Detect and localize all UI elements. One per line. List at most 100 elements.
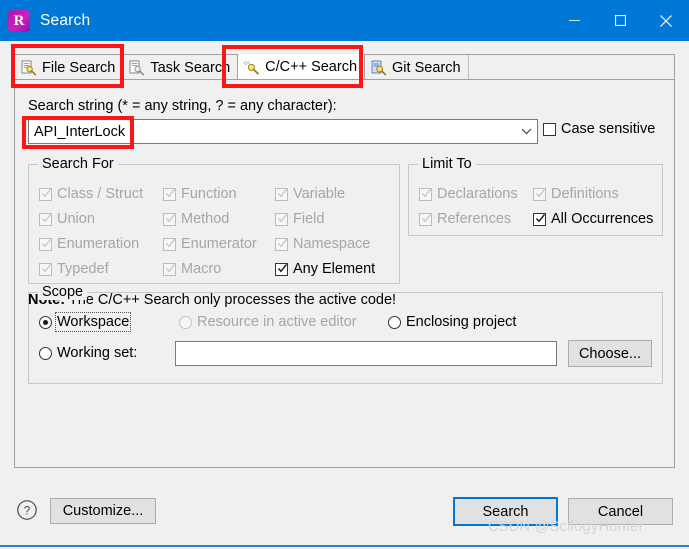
task-search-icon xyxy=(129,60,145,75)
tab-file-search[interactable]: File Search xyxy=(15,55,124,80)
checkbox-method[interactable]: Method xyxy=(163,211,229,227)
checkbox-all-occurrences[interactable]: All Occurrences xyxy=(533,211,653,227)
checkbox-label: Namespace xyxy=(293,236,371,252)
search-string-label: Search string (* = any string, ? = any c… xyxy=(28,98,337,114)
checkbox-declarations[interactable]: Declarations xyxy=(419,186,518,202)
checkbox-label: Any Element xyxy=(293,261,376,277)
radio-label: Working set: xyxy=(57,345,138,361)
radio-enclosing-project[interactable]: Enclosing project xyxy=(388,314,516,330)
checkbox-label: Field xyxy=(293,211,325,227)
checkbox-box xyxy=(419,187,432,201)
cpp-search-panel: Search string (* = any string, ? = any c… xyxy=(14,79,675,468)
tab-label: Git Search xyxy=(392,59,461,76)
checkbox-box xyxy=(39,262,52,276)
close-icon[interactable] xyxy=(643,0,689,41)
tab-git-search[interactable]: Git Search xyxy=(365,55,469,80)
checkbox-variable[interactable]: Variable xyxy=(275,186,345,202)
customize-button[interactable]: Customize... xyxy=(50,498,156,524)
file-search-icon xyxy=(21,60,37,75)
checkbox-function[interactable]: Function xyxy=(163,186,237,202)
checkbox-box xyxy=(163,187,176,201)
checkbox-references[interactable]: References xyxy=(419,211,511,227)
r-logo-icon: R xyxy=(8,9,30,32)
checkbox-box xyxy=(163,212,176,226)
bottom-rule xyxy=(0,545,689,547)
limit-to-group: Limit To Declarations References Definit… xyxy=(408,156,663,236)
search-string-combo[interactable]: API_InterLock xyxy=(28,119,538,144)
checkbox-label: Typedef xyxy=(57,261,109,277)
checkbox-enumerator[interactable]: Enumerator xyxy=(163,236,257,252)
checkbox-box xyxy=(533,212,546,226)
checkbox-box xyxy=(543,122,556,136)
git-search-icon xyxy=(371,60,387,75)
checkbox-box xyxy=(163,237,176,251)
radio-circle xyxy=(179,315,192,329)
checkbox-any-element[interactable]: Any Element xyxy=(275,261,375,277)
radio-dot xyxy=(43,319,48,325)
checkbox-field[interactable]: Field xyxy=(275,211,324,227)
case-sensitive-checkbox[interactable]: ​Case sensitive xyxy=(543,121,655,137)
checkbox-box xyxy=(275,262,288,276)
checkbox-label: Union xyxy=(57,211,95,227)
checkbox-enumeration[interactable]: Enumeration xyxy=(39,236,139,252)
title-bar: R Search xyxy=(0,0,689,41)
checkbox-typedef[interactable]: Typedef xyxy=(39,261,109,277)
search-dialog-window: R Search File Search Task Search c c C/C… xyxy=(0,0,689,549)
radio-circle xyxy=(388,315,401,329)
checkbox-box xyxy=(39,187,52,201)
radio-label: Enclosing project xyxy=(406,314,517,330)
maximize-icon[interactable] xyxy=(597,0,643,41)
tab-label: File Search xyxy=(42,59,116,76)
checkbox-label: Method xyxy=(181,211,230,227)
checkbox-box xyxy=(163,262,176,276)
checkbox-label: References xyxy=(437,211,512,227)
checkbox-class-struct[interactable]: Class / Struct xyxy=(39,186,143,202)
minimize-icon[interactable] xyxy=(551,0,597,41)
checkbox-box xyxy=(39,212,52,226)
checkbox-label: Declarations xyxy=(437,186,518,202)
cpp-search-icon: c c xyxy=(244,60,260,75)
checkbox-union[interactable]: Union xyxy=(39,211,95,227)
checkbox-label: All Occurrences xyxy=(551,211,654,227)
tab-strip: File Search Task Search c c C/C++ Search xyxy=(14,54,675,80)
checkbox-box xyxy=(533,187,546,201)
checkbox-box xyxy=(39,237,52,251)
tab-label: C/C++ Search xyxy=(265,59,358,75)
svg-text:?: ? xyxy=(24,504,31,518)
checkbox-box xyxy=(275,237,288,251)
choose-button[interactable]: ​Choose... xyxy=(568,340,652,367)
radio-workspace[interactable]: Workspace xyxy=(39,312,132,332)
checkbox-label: Variable xyxy=(293,186,346,202)
scope-title: Scope xyxy=(38,284,88,300)
search-string-input[interactable]: API_InterLock xyxy=(29,124,515,140)
checkbox-label: Enumeration xyxy=(57,236,140,252)
working-set-input[interactable] xyxy=(175,341,557,366)
radio-circle xyxy=(39,315,52,329)
checkbox-label: Definitions xyxy=(551,186,619,202)
checkbox-label: Class / Struct xyxy=(57,186,144,202)
chevron-down-icon[interactable] xyxy=(515,128,537,135)
tab-cpp-search[interactable]: c c C/C++ Search xyxy=(237,54,366,80)
search-for-group: Search For Class / Struct Union Enumerat… xyxy=(28,156,400,284)
radio-working-set[interactable]: Working set: xyxy=(39,345,137,361)
tab-task-search[interactable]: Task Search xyxy=(123,55,239,80)
tab-label: Task Search xyxy=(150,59,231,76)
search-for-title: Search For xyxy=(38,156,118,172)
watermark: CSDN @ScilogyHunter xyxy=(488,519,644,535)
checkbox-label: Macro xyxy=(181,261,222,277)
case-sensitive-label: ​Case sensitive xyxy=(561,121,656,137)
checkbox-label: Function xyxy=(181,186,237,202)
checkbox-box xyxy=(275,212,288,226)
radio-label: Workspace xyxy=(54,312,132,332)
scope-group: Scope Workspace Resource in active edito… xyxy=(28,284,663,384)
radio-resource-in-active-editor[interactable]: Resource in active editor xyxy=(179,314,357,330)
checkbox-box xyxy=(419,212,432,226)
help-question-icon[interactable]: ? xyxy=(16,499,38,521)
checkbox-definitions[interactable]: Definitions xyxy=(533,186,619,202)
radio-label: Resource in active editor xyxy=(197,314,357,330)
limit-to-title: Limit To xyxy=(418,156,476,172)
checkbox-macro[interactable]: Macro xyxy=(163,261,221,277)
radio-circle xyxy=(39,346,52,360)
checkbox-namespace[interactable]: Namespace xyxy=(275,236,370,252)
window-controls xyxy=(551,0,689,41)
